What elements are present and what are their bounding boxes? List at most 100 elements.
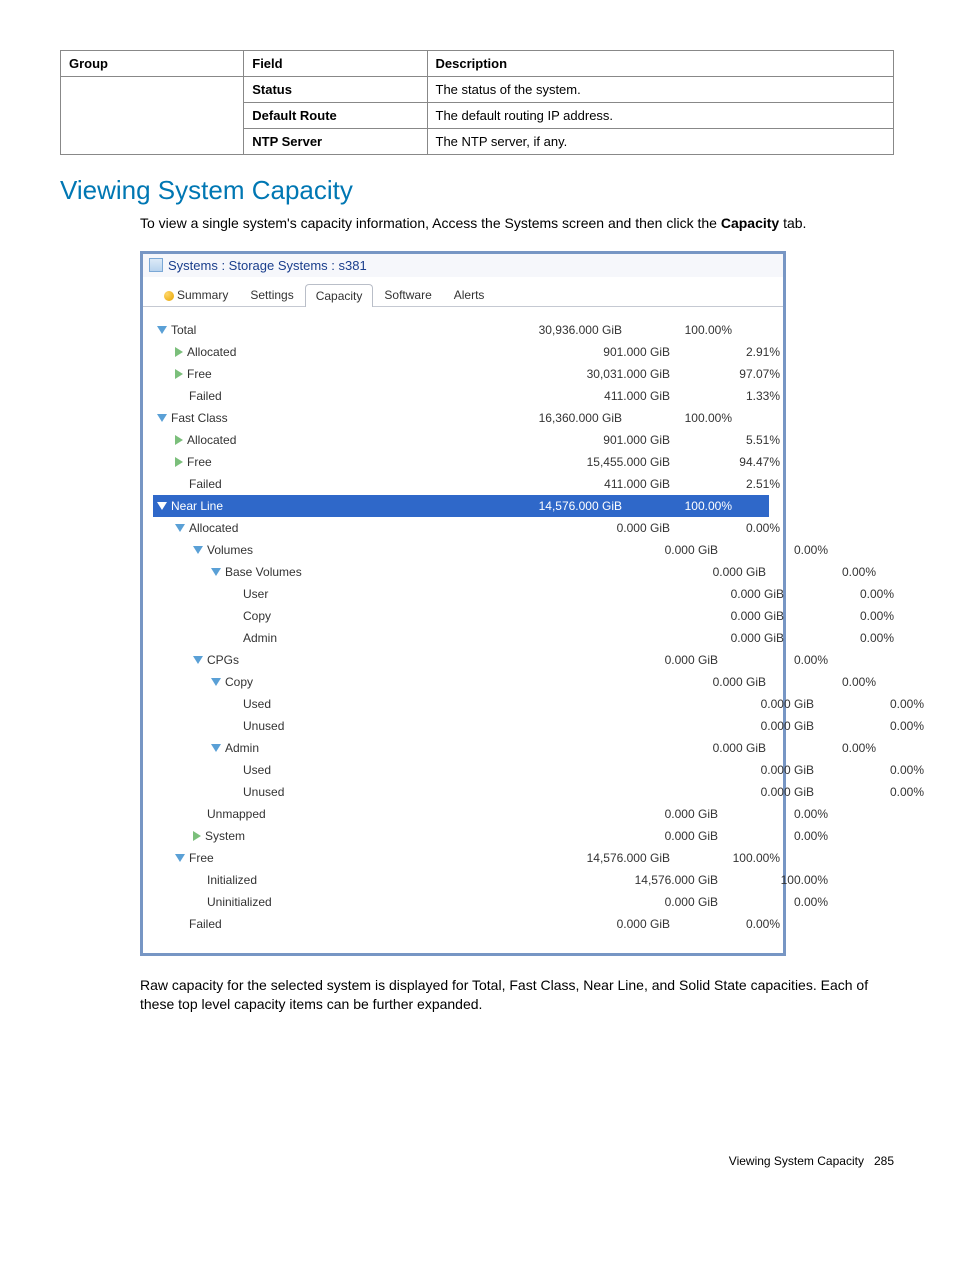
tree-label: Admin bbox=[225, 741, 259, 755]
tree-label: System bbox=[205, 829, 245, 843]
tree-row[interactable]: Failed411.000 GiB1.33% bbox=[153, 385, 769, 407]
expand-icon[interactable] bbox=[157, 414, 167, 422]
tree-row[interactable]: Volumes0.000 GiB0.00% bbox=[153, 539, 769, 561]
tab-settings[interactable]: Settings bbox=[239, 283, 304, 306]
expand-icon[interactable] bbox=[193, 656, 203, 664]
tree-label-cell: Failed bbox=[153, 389, 460, 403]
tree-row[interactable]: Allocated901.000 GiB5.51% bbox=[153, 429, 769, 451]
pct-value: 100.00% bbox=[690, 851, 780, 865]
pct-value: 94.47% bbox=[690, 455, 780, 469]
tree-row[interactable]: Copy0.000 GiB0.00% bbox=[153, 671, 769, 693]
tree-label-cell: Allocated bbox=[153, 345, 460, 359]
tree-row[interactable]: Uninitialized0.000 GiB0.00% bbox=[153, 891, 769, 913]
pct-value: 2.51% bbox=[690, 477, 780, 491]
tree-row[interactable]: Base Volumes0.000 GiB0.00% bbox=[153, 561, 769, 583]
gib-value: 0.000 GiB bbox=[478, 543, 738, 557]
tree-row[interactable]: Initialized14,576.000 GiB100.00% bbox=[153, 869, 769, 891]
expand-icon[interactable] bbox=[157, 326, 167, 334]
tree-row[interactable]: CPGs0.000 GiB0.00% bbox=[153, 649, 769, 671]
tree-label: User bbox=[243, 587, 268, 601]
tree-label: Free bbox=[187, 455, 212, 469]
gib-value: 411.000 GiB bbox=[460, 477, 690, 491]
outro-text: Raw capacity for the selected system is … bbox=[140, 976, 894, 1014]
tree-row[interactable]: Used0.000 GiB0.00% bbox=[153, 759, 769, 781]
expand-icon[interactable] bbox=[175, 524, 185, 532]
tree-row[interactable]: Unmapped0.000 GiB0.00% bbox=[153, 803, 769, 825]
tree-row[interactable]: System0.000 GiB0.00% bbox=[153, 825, 769, 847]
tree-row[interactable]: Total30,936.000 GiB100.00% bbox=[153, 319, 769, 341]
tree-row[interactable]: Failed411.000 GiB2.51% bbox=[153, 473, 769, 495]
expand-icon[interactable] bbox=[211, 744, 221, 752]
tree-row[interactable]: Allocated0.000 GiB0.00% bbox=[153, 517, 769, 539]
tree-row[interactable]: Free30,031.000 GiB97.07% bbox=[153, 363, 769, 385]
tree-row[interactable]: Used0.000 GiB0.00% bbox=[153, 693, 769, 715]
collapse-icon[interactable] bbox=[175, 347, 183, 357]
tree-label-cell: Copy bbox=[153, 609, 514, 623]
tree-label: Free bbox=[187, 367, 212, 381]
tree-row[interactable]: Free15,455.000 GiB94.47% bbox=[153, 451, 769, 473]
tree-row[interactable]: Admin0.000 GiB0.00% bbox=[153, 737, 769, 759]
gib-value: 0.000 GiB bbox=[514, 587, 804, 601]
collapse-icon[interactable] bbox=[175, 457, 183, 467]
tree-row[interactable]: Admin0.000 GiB0.00% bbox=[153, 627, 769, 649]
expand-icon[interactable] bbox=[175, 854, 185, 862]
tree-label-cell: Near Line bbox=[153, 499, 442, 513]
pct-value: 0.00% bbox=[804, 631, 894, 645]
tree-label: Uninitialized bbox=[207, 895, 272, 909]
tree-label: Admin bbox=[243, 631, 277, 645]
tree-label-cell: Copy bbox=[153, 675, 496, 689]
page-title: Viewing System Capacity bbox=[60, 175, 894, 206]
th-desc: Description bbox=[427, 51, 894, 77]
tree-label-cell: Free bbox=[153, 851, 460, 865]
gib-value: 0.000 GiB bbox=[460, 917, 690, 931]
tree-label-cell: Initialized bbox=[153, 873, 478, 887]
tree-row[interactable]: Unused0.000 GiB0.00% bbox=[153, 715, 769, 737]
tab-capacity[interactable]: Capacity bbox=[305, 284, 374, 307]
expand-icon[interactable] bbox=[211, 678, 221, 686]
tree-label-cell: Admin bbox=[153, 631, 514, 645]
tree-row[interactable]: Unused0.000 GiB0.00% bbox=[153, 781, 769, 803]
tree-row[interactable]: Free14,576.000 GiB100.00% bbox=[153, 847, 769, 869]
collapse-icon[interactable] bbox=[193, 831, 201, 841]
summary-icon bbox=[164, 291, 174, 301]
gib-value: 0.000 GiB bbox=[496, 741, 786, 755]
pct-value: 0.00% bbox=[834, 785, 924, 799]
tree-label-cell: Unmapped bbox=[153, 807, 478, 821]
pct-value: 0.00% bbox=[738, 653, 828, 667]
tree-row[interactable]: Copy0.000 GiB0.00% bbox=[153, 605, 769, 627]
tree-label: Unmapped bbox=[207, 807, 266, 821]
tree-label-cell: Base Volumes bbox=[153, 565, 496, 579]
tree-label: Allocated bbox=[189, 521, 238, 535]
expand-icon[interactable] bbox=[157, 502, 167, 510]
tree-label: Total bbox=[171, 323, 196, 337]
pct-value: 0.00% bbox=[834, 763, 924, 777]
pct-value: 97.07% bbox=[690, 367, 780, 381]
gib-value: 14,576.000 GiB bbox=[478, 873, 738, 887]
tree-row[interactable]: Failed0.000 GiB0.00% bbox=[153, 913, 769, 935]
intro-text: To view a single system's capacity infor… bbox=[140, 214, 894, 233]
tree-row[interactable]: Allocated901.000 GiB2.91% bbox=[153, 341, 769, 363]
expand-icon[interactable] bbox=[211, 568, 221, 576]
tree-label-cell: Free bbox=[153, 455, 460, 469]
tree-label: Volumes bbox=[207, 543, 253, 557]
gib-value: 0.000 GiB bbox=[514, 631, 804, 645]
tree-label: Initialized bbox=[207, 873, 257, 887]
collapse-icon[interactable] bbox=[175, 435, 183, 445]
collapse-icon[interactable] bbox=[175, 369, 183, 379]
tab-software[interactable]: Software bbox=[373, 283, 442, 306]
tree-row[interactable]: User0.000 GiB0.00% bbox=[153, 583, 769, 605]
tree-row[interactable]: Near Line14,576.000 GiB100.00% bbox=[153, 495, 769, 517]
tree-label: Near Line bbox=[171, 499, 223, 513]
tree-label-cell: Uninitialized bbox=[153, 895, 478, 909]
gib-value: 30,936.000 GiB bbox=[442, 323, 642, 337]
gib-value: 0.000 GiB bbox=[514, 763, 834, 777]
tree-label: Copy bbox=[243, 609, 271, 623]
pct-value: 100.00% bbox=[738, 873, 828, 887]
gib-value: 0.000 GiB bbox=[514, 697, 834, 711]
tree-row[interactable]: Fast Class16,360.000 GiB100.00% bbox=[153, 407, 769, 429]
tree-label-cell: Admin bbox=[153, 741, 496, 755]
tab-summary[interactable]: Summary bbox=[153, 283, 239, 306]
tab-alerts[interactable]: Alerts bbox=[443, 283, 496, 306]
gib-value: 0.000 GiB bbox=[514, 785, 834, 799]
expand-icon[interactable] bbox=[193, 546, 203, 554]
